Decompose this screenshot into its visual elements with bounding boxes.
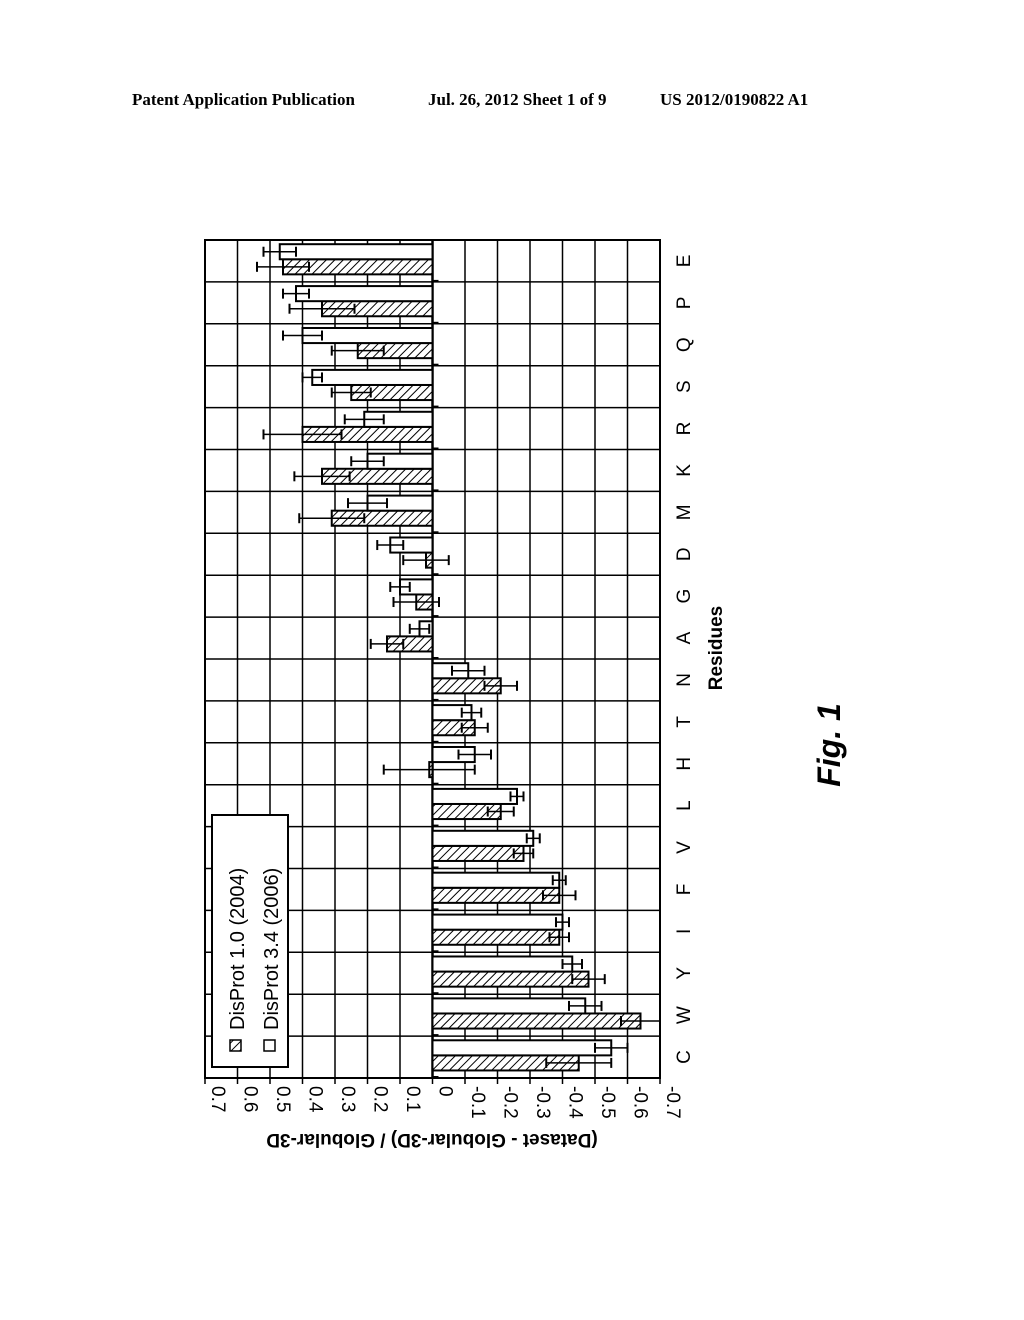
value-tick-label: -0.4: [565, 1086, 586, 1119]
bar-F-series-0: [431, 886, 561, 904]
value-tick-label: -0.6: [630, 1086, 651, 1119]
bar-I-series-0: [431, 928, 561, 946]
bar-F-series-1: [431, 871, 561, 889]
bar-Y-series-1: [431, 955, 574, 973]
legend: DisProt 1.0 (2004) DisProt 3.4 (2006): [211, 814, 289, 1068]
value-tick-label: 0: [435, 1086, 456, 1097]
category-label-W: W: [674, 1006, 695, 1024]
value-tick-label: 0.5: [272, 1086, 293, 1112]
legend-label-disprot-1-0: DisProt 1.0 (2004): [227, 868, 249, 1030]
bar-C-series-1: [431, 1039, 613, 1057]
bar-W-series-0: [431, 1012, 642, 1030]
residue-bar-chart: 0.7 0.6 0.5 0.4 0.3 0.2 0.1 0 -0.1 -0.2 -0.3 -0.4 -0…: [204, 239, 847, 1150]
bar-I-series-1: [431, 913, 564, 931]
value-tick-label: 0.7: [207, 1086, 228, 1112]
value-tick-label: -0.3: [532, 1086, 553, 1119]
category-label-A: A: [674, 631, 695, 644]
bar-Y-series-0: [431, 970, 590, 988]
value-tick-label: -0.2: [500, 1086, 521, 1119]
category-label-H: H: [674, 757, 695, 771]
category-label-K: K: [674, 464, 695, 477]
category-label-R: R: [674, 422, 695, 436]
category-label-V: V: [674, 841, 695, 854]
value-tick-label: -0.1: [467, 1086, 488, 1119]
category-label-P: P: [674, 297, 695, 310]
x-axis-title: Residues: [706, 606, 727, 690]
category-label-L: L: [674, 800, 695, 811]
category-label-I: I: [674, 929, 695, 934]
value-tick-label: 0.2: [370, 1086, 391, 1112]
category-label-C: C: [674, 1050, 695, 1064]
bar-W-series-1: [431, 997, 587, 1015]
value-tick-label: 0.6: [240, 1086, 261, 1112]
figure-label: Fig. 1: [811, 703, 847, 787]
category-label-M: M: [674, 504, 695, 520]
value-tick-label: 0.1: [402, 1086, 423, 1112]
y-axis-title: (Dataset - Globular-3D) / Globular-3D: [266, 1129, 597, 1150]
bar-E-series-1: [278, 243, 434, 261]
legend-swatch-hatched: [229, 1039, 242, 1052]
value-tick-label: 0.4: [305, 1086, 326, 1113]
category-label-F: F: [674, 884, 695, 896]
value-tick-label: 0.3: [337, 1086, 358, 1112]
category-label-N: N: [674, 673, 695, 687]
category-label-Y: Y: [674, 967, 695, 980]
bar-P-series-1: [295, 285, 434, 303]
bars: [278, 243, 642, 1072]
legend-swatch-white: [263, 1039, 276, 1052]
bar-L-series-1: [431, 787, 518, 805]
category-label-D: D: [674, 547, 695, 561]
category-label-Q: Q: [674, 337, 695, 352]
legend-label-disprot-3-4: DisProt 3.4 (2006): [261, 868, 283, 1030]
category-label-E: E: [674, 255, 695, 268]
bar-S-series-1: [311, 368, 434, 386]
bar-V-series-1: [431, 829, 535, 847]
value-tick-label: -0.7: [662, 1086, 683, 1119]
bar-V-series-0: [431, 844, 525, 862]
category-label-S: S: [674, 380, 695, 393]
value-tick-label: -0.5: [597, 1086, 618, 1119]
category-label-T: T: [674, 716, 695, 728]
category-label-G: G: [674, 589, 695, 604]
